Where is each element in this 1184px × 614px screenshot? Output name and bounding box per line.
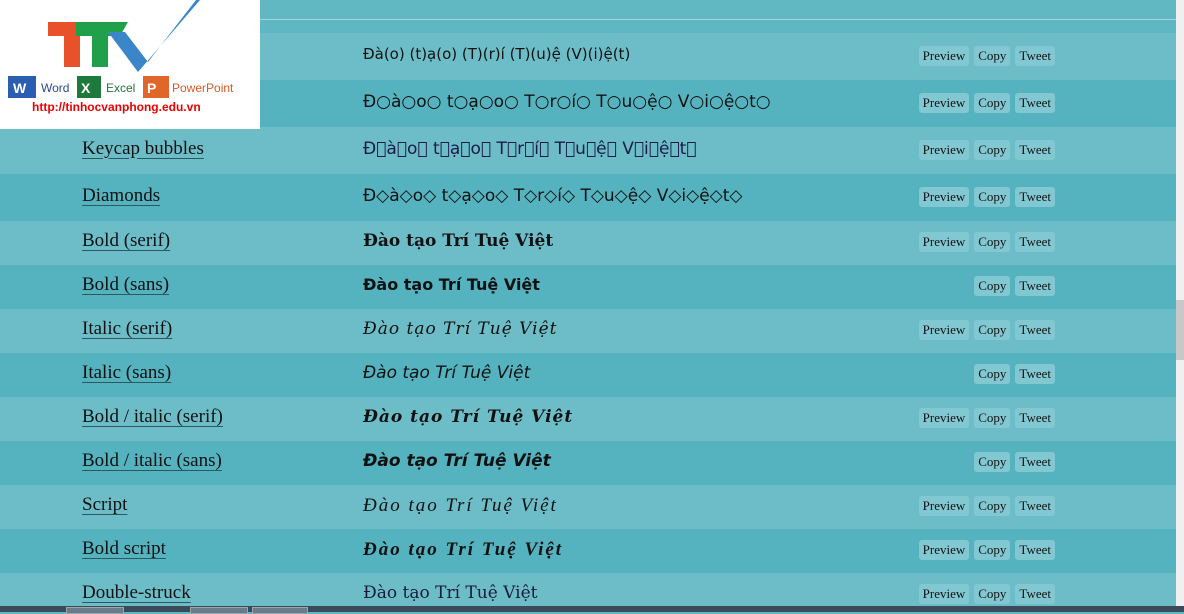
logo-graphic: W Word X Excel P PowerPoint http://tinho… [8,0,234,114]
ttv-logo: W Word X Excel P PowerPoint http://tinho… [0,0,260,129]
copy-button[interactable]: Copy [974,452,1011,472]
sample-text: Đào tạo Trí Tuệ Việt [363,583,538,603]
taskbar [0,606,1184,614]
font-style-row: Bold script Đào tạo Trí Tuệ Việt Preview Co… [0,529,1176,573]
tweet-button[interactable]: Tweet [1015,276,1055,296]
copy-button[interactable]: Copy [974,584,1011,604]
preview-button[interactable]: Preview [918,540,970,560]
copy-button[interactable]: Copy [974,139,1011,160]
svg-text:http://tinhocvanphong.edu.vn: http://tinhocvanphong.edu.vn [32,100,201,114]
tweet-button[interactable]: Tweet [1015,584,1055,604]
preview-button[interactable]: Preview [918,45,970,66]
style-name-link[interactable]: Bold / italic (serif) [82,406,223,428]
svg-text:Excel: Excel [106,81,135,95]
tweet-button[interactable]: Tweet [1015,496,1055,516]
copy-button[interactable]: Copy [974,540,1011,560]
font-style-row: Double-struck Đào tạo Trí Tuệ Việt Preview… [0,573,1176,606]
sample-text: Đào tạo Trí Tuệ Việt [363,275,540,294]
copy-button[interactable]: Copy [974,276,1011,296]
font-style-row: Bold / italic (serif) Đào tạo Trí Tuệ Việ… [0,397,1176,441]
style-name-link[interactable]: Diamonds [82,185,160,207]
preview-button[interactable]: Preview [918,408,970,428]
vertical-scrollbar[interactable] [1176,0,1184,606]
font-style-row: Bold (sans) Đào tạo Trí Tuệ Việt Copy Tweet [0,265,1176,309]
tweet-button[interactable]: Tweet [1015,186,1055,207]
sample-text: Đà(o) (t)ạ(o) (T)(r)í (T)(u)ệ (V)(i)ệ(t) [363,44,631,63]
taskbar-item[interactable] [190,607,248,614]
copy-button[interactable]: Copy [974,320,1011,340]
preview-button[interactable]: Preview [918,584,970,604]
copy-button[interactable]: Copy [974,186,1011,207]
preview-button[interactable]: Preview [918,232,970,252]
copy-button[interactable]: Copy [974,232,1011,252]
style-name-link[interactable]: Italic (serif) [82,318,172,340]
style-name-link[interactable]: Bold / italic (sans) [82,450,222,472]
copy-button[interactable]: Copy [974,496,1011,516]
tweet-button[interactable]: Tweet [1015,232,1055,252]
style-name-link[interactable]: Bold script [82,538,166,560]
sample-text: Đào tạo Trí Tuệ Việt [363,319,558,339]
tweet-button[interactable]: Tweet [1015,408,1055,428]
font-style-row: Italic (serif) Đào tạo Trí Tuệ Việt Previe… [0,309,1176,353]
tweet-button[interactable]: Tweet [1015,320,1055,340]
tweet-button[interactable]: Tweet [1015,92,1055,113]
sample-text: Đ⃣à⃣o⃣ t⃣ạ⃣o⃣ T⃣r⃣í⃣ T⃣u⃣ệ⃣ V⃣i⃣ệ⃣t⃣ [363,138,697,159]
copy-button[interactable]: Copy [974,92,1011,113]
tweet-button[interactable]: Tweet [1015,45,1055,66]
sample-text: Đào tạo Trí Tuệ Việt [363,495,558,516]
style-name-link[interactable]: Keycap bubbles [82,138,204,160]
font-style-row: Bold (serif) Đào tạo Trí Tuệ Việt Preview C… [0,221,1176,265]
copy-button[interactable]: Copy [974,45,1011,66]
style-name-link[interactable]: Script [82,494,127,516]
style-name-link[interactable]: Bold (serif) [82,230,170,252]
taskbar-item[interactable] [66,607,124,614]
tweet-button[interactable]: Tweet [1015,452,1055,472]
font-style-row: Keycap bubbles Đ⃣à⃣o⃣ t⃣ạ⃣o⃣ T⃣r⃣í⃣ T⃣u⃣ệ… [0,127,1176,174]
svg-text:X: X [81,80,91,96]
copy-button[interactable]: Copy [974,408,1011,428]
sample-text: Đào tạo Trí Tuệ Việt [363,451,551,471]
preview-button[interactable]: Preview [918,496,970,516]
taskbar-item[interactable] [252,607,308,614]
tweet-button[interactable]: Tweet [1015,364,1055,384]
font-style-row: Bold / italic (sans) Đào tạo Trí Tuệ Việt… [0,441,1176,485]
tweet-button[interactable]: Tweet [1015,540,1055,560]
sample-text: Đào tạo Trí Tuệ Việt [363,407,574,427]
sample-text: Đào tạo Trí Tuệ Việt [363,231,554,251]
preview-button[interactable]: Preview [918,320,970,340]
font-style-row: Diamonds Đ◇à◇o◇ t◇ạ◇o◇ T◇r◇í◇ T◇u◇ệ◇ V◇i◇… [0,174,1176,221]
sample-text: Đ○à○o○ t○ạ○o○ T○r○í○ T○u○ệ○ V○i○ệ○t○ [363,91,771,112]
svg-text:W: W [13,80,27,96]
font-style-row: Script Đào tạo Trí Tuệ Việt Preview Copy Twe… [0,485,1176,529]
tweet-button[interactable]: Tweet [1015,139,1055,160]
svg-text:Word: Word [41,81,69,95]
sample-text: Đ◇à◇o◇ t◇ạ◇o◇ T◇r◇í◇ T◇u◇ệ◇ V◇i◇ệ◇t◇ [363,185,743,206]
font-style-row: Italic (sans) Đào tạo Trí Tuệ Việt Copy Twe… [0,353,1176,397]
copy-button[interactable]: Copy [974,364,1011,384]
svg-text:PowerPoint: PowerPoint [172,81,234,95]
style-name-link[interactable]: Bold (sans) [82,274,169,296]
preview-button[interactable]: Preview [918,186,970,207]
scrollbar-thumb[interactable] [1176,300,1184,360]
sample-text: Đào tạo Trí Tuệ Việt [363,539,564,560]
style-name-link[interactable]: Italic (sans) [82,362,171,384]
preview-button[interactable]: Preview [918,92,970,113]
style-name-link[interactable]: Double-struck [82,582,191,604]
sample-text: Đào tạo Trí Tuệ Việt [363,363,531,383]
svg-text:P: P [147,80,156,96]
preview-button[interactable]: Preview [918,139,970,160]
